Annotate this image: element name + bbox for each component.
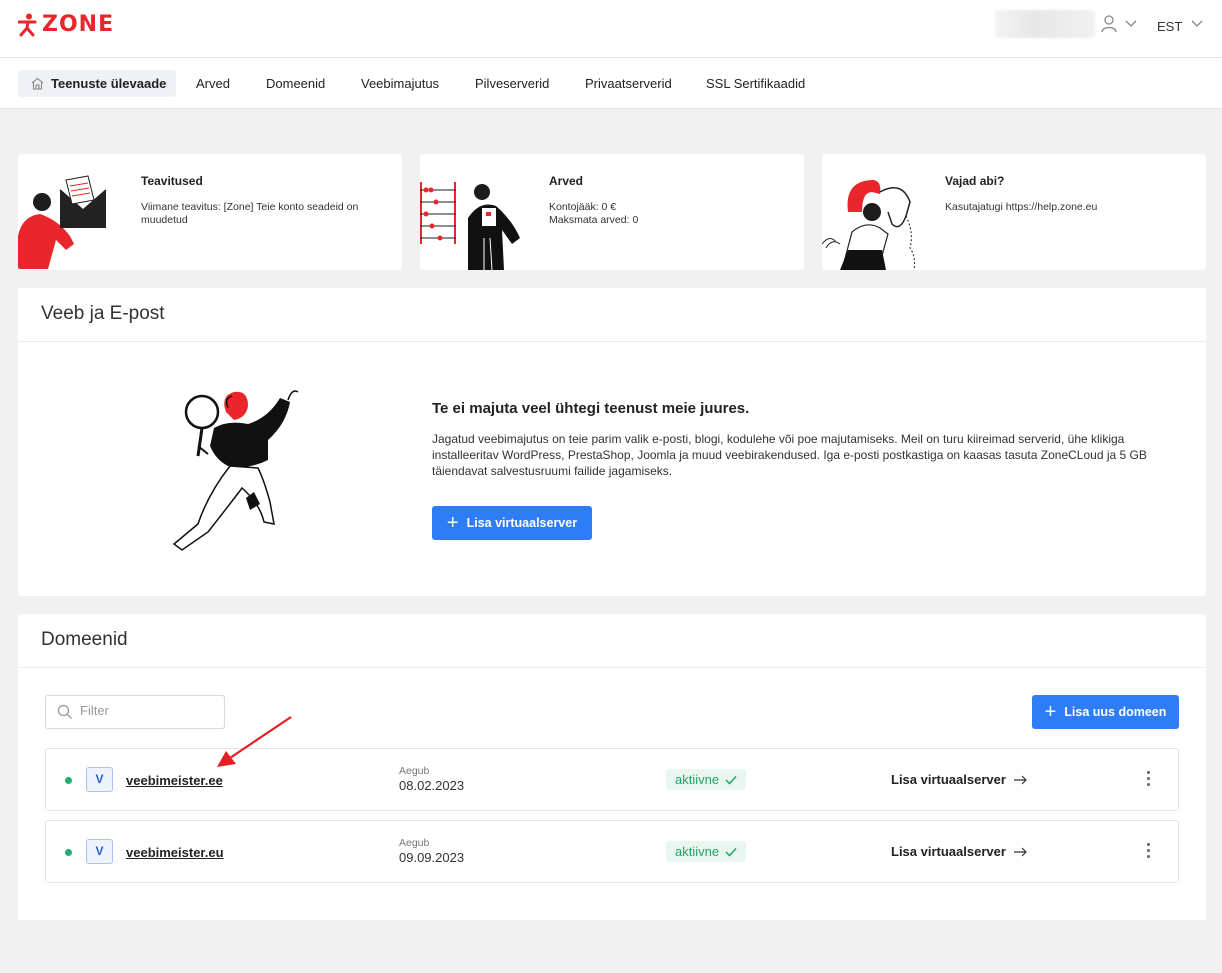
empty-state-title: Te ei majuta veel ühtegi teenust meie ju… <box>432 400 750 417</box>
nav-item-label: Teenuste ülevaade <box>51 76 167 91</box>
runner-logo-icon <box>18 13 37 37</box>
unpaid-invoices-text: Maksmata arved: 0 <box>549 214 639 226</box>
language-selector[interactable]: EST <box>1157 19 1182 34</box>
blurred-username <box>995 10 1095 38</box>
domain-row[interactable]: V veebimeister.eu Aegub 09.09.2023 aktii… <box>45 820 1179 883</box>
home-icon <box>31 77 44 90</box>
add-virtual-server-link[interactable]: Lisa virtuaalserver <box>891 772 1028 787</box>
more-options-icon[interactable] <box>1145 771 1151 789</box>
status-label: aktiivne <box>675 844 720 859</box>
card-title: Teavitused <box>141 174 203 188</box>
empty-state-description: Jagatud veebimajutus on teie parim valik… <box>432 432 1147 478</box>
nav-item-hosting[interactable]: Veebimajutus <box>361 70 439 97</box>
expires-date: 09.09.2023 <box>399 850 465 865</box>
nav-item-private-servers[interactable]: Privaatserverid <box>585 70 672 97</box>
status-label: aktiivne <box>675 772 720 787</box>
add-domain-button[interactable]: + Lisa uus domeen <box>1032 695 1179 729</box>
panel-title: Veeb ja E-post <box>41 303 165 324</box>
panel-title: Domeenid <box>41 629 128 650</box>
notifications-illustration <box>18 175 107 269</box>
nav-item-invoices[interactable]: Arved <box>196 70 230 97</box>
nav-item-domains[interactable]: Domeenid <box>266 70 325 97</box>
domain-row[interactable]: V veebimeister.ee Aegub 08.02.2023 aktii… <box>45 748 1179 811</box>
magnifier-person-illustration <box>172 390 299 551</box>
status-dot <box>65 849 72 856</box>
chevron-down-icon[interactable] <box>1191 20 1203 28</box>
add-virtual-server-link[interactable]: Lisa virtuaalserver <box>891 844 1028 859</box>
expires-label: Aegub <box>399 837 430 849</box>
top-header: zone EST <box>0 0 1222 58</box>
card-text: Kasutajatugi https://help.zone.eu <box>945 201 1098 213</box>
logo-text: zone <box>42 12 115 37</box>
nav-item-ssl[interactable]: SSL Sertifikaadid <box>706 70 805 97</box>
button-label: Lisa uus domeen <box>1064 705 1167 719</box>
check-icon <box>725 775 737 785</box>
expires-date: 08.02.2023 <box>399 778 465 793</box>
status-badge: aktiivne <box>666 769 747 790</box>
card-text: Viimane teavitus: [Zone] Teie konto sead… <box>141 201 359 226</box>
domain-type-badge: V <box>86 839 113 864</box>
notifications-card[interactable]: Teavitused Viimane teavitus: [Zone] Teie… <box>18 154 402 270</box>
invoices-card[interactable]: Arved Kontojääk: 0 € Maksmata arved: 0 <box>420 154 804 270</box>
arrow-right-icon <box>1013 775 1027 784</box>
filter-input[interactable] <box>80 703 210 718</box>
plus-icon: + <box>446 512 459 534</box>
web-email-panel: Veeb ja E-post Te ei majuta veel ühtegi … <box>18 288 1206 596</box>
abacus-illustration <box>420 182 520 270</box>
plus-icon: + <box>1044 701 1057 723</box>
status-badge: aktiivne <box>666 841 747 862</box>
balance-text: Kontojääk: 0 € <box>549 201 617 213</box>
card-title: Arved <box>549 174 584 188</box>
main-nav: Teenuste ülevaade Arved Domeenid Veebima… <box>0 58 1222 109</box>
domain-filter[interactable] <box>45 695 225 729</box>
more-options-icon[interactable] <box>1145 843 1151 861</box>
zone-logo[interactable]: zone <box>18 12 114 38</box>
button-label: Lisa virtuaalserver <box>466 516 578 530</box>
help-illustration <box>822 180 915 270</box>
nav-item-overview[interactable]: Teenuste ülevaade <box>18 70 177 97</box>
link-label: Lisa virtuaalserver <box>891 844 1006 859</box>
link-label: Lisa virtuaalserver <box>891 772 1006 787</box>
check-icon <box>725 847 737 857</box>
domain-type-badge: V <box>86 767 113 792</box>
add-virtual-server-button[interactable]: + Lisa virtuaalserver <box>432 506 592 540</box>
arrow-right-icon <box>1013 847 1027 856</box>
domains-panel: Domeenid + Lisa uus domeen V veebimeiste… <box>18 614 1206 920</box>
divider <box>18 667 1206 668</box>
help-card[interactable]: Vajad abi? Kasutajatugi https://help.zon… <box>822 154 1206 270</box>
domain-name-link[interactable]: veebimeister.eu <box>126 845 224 860</box>
chevron-down-icon[interactable] <box>1125 20 1137 28</box>
card-title: Vajad abi? <box>945 174 1005 188</box>
search-icon <box>57 704 72 719</box>
divider <box>18 341 1206 342</box>
expires-label: Aegub <box>399 765 430 777</box>
user-icon[interactable] <box>1101 15 1117 33</box>
status-dot <box>65 777 72 784</box>
nav-item-cloud-servers[interactable]: Pilveserverid <box>475 70 549 97</box>
domain-name-link[interactable]: veebimeister.ee <box>126 773 223 788</box>
